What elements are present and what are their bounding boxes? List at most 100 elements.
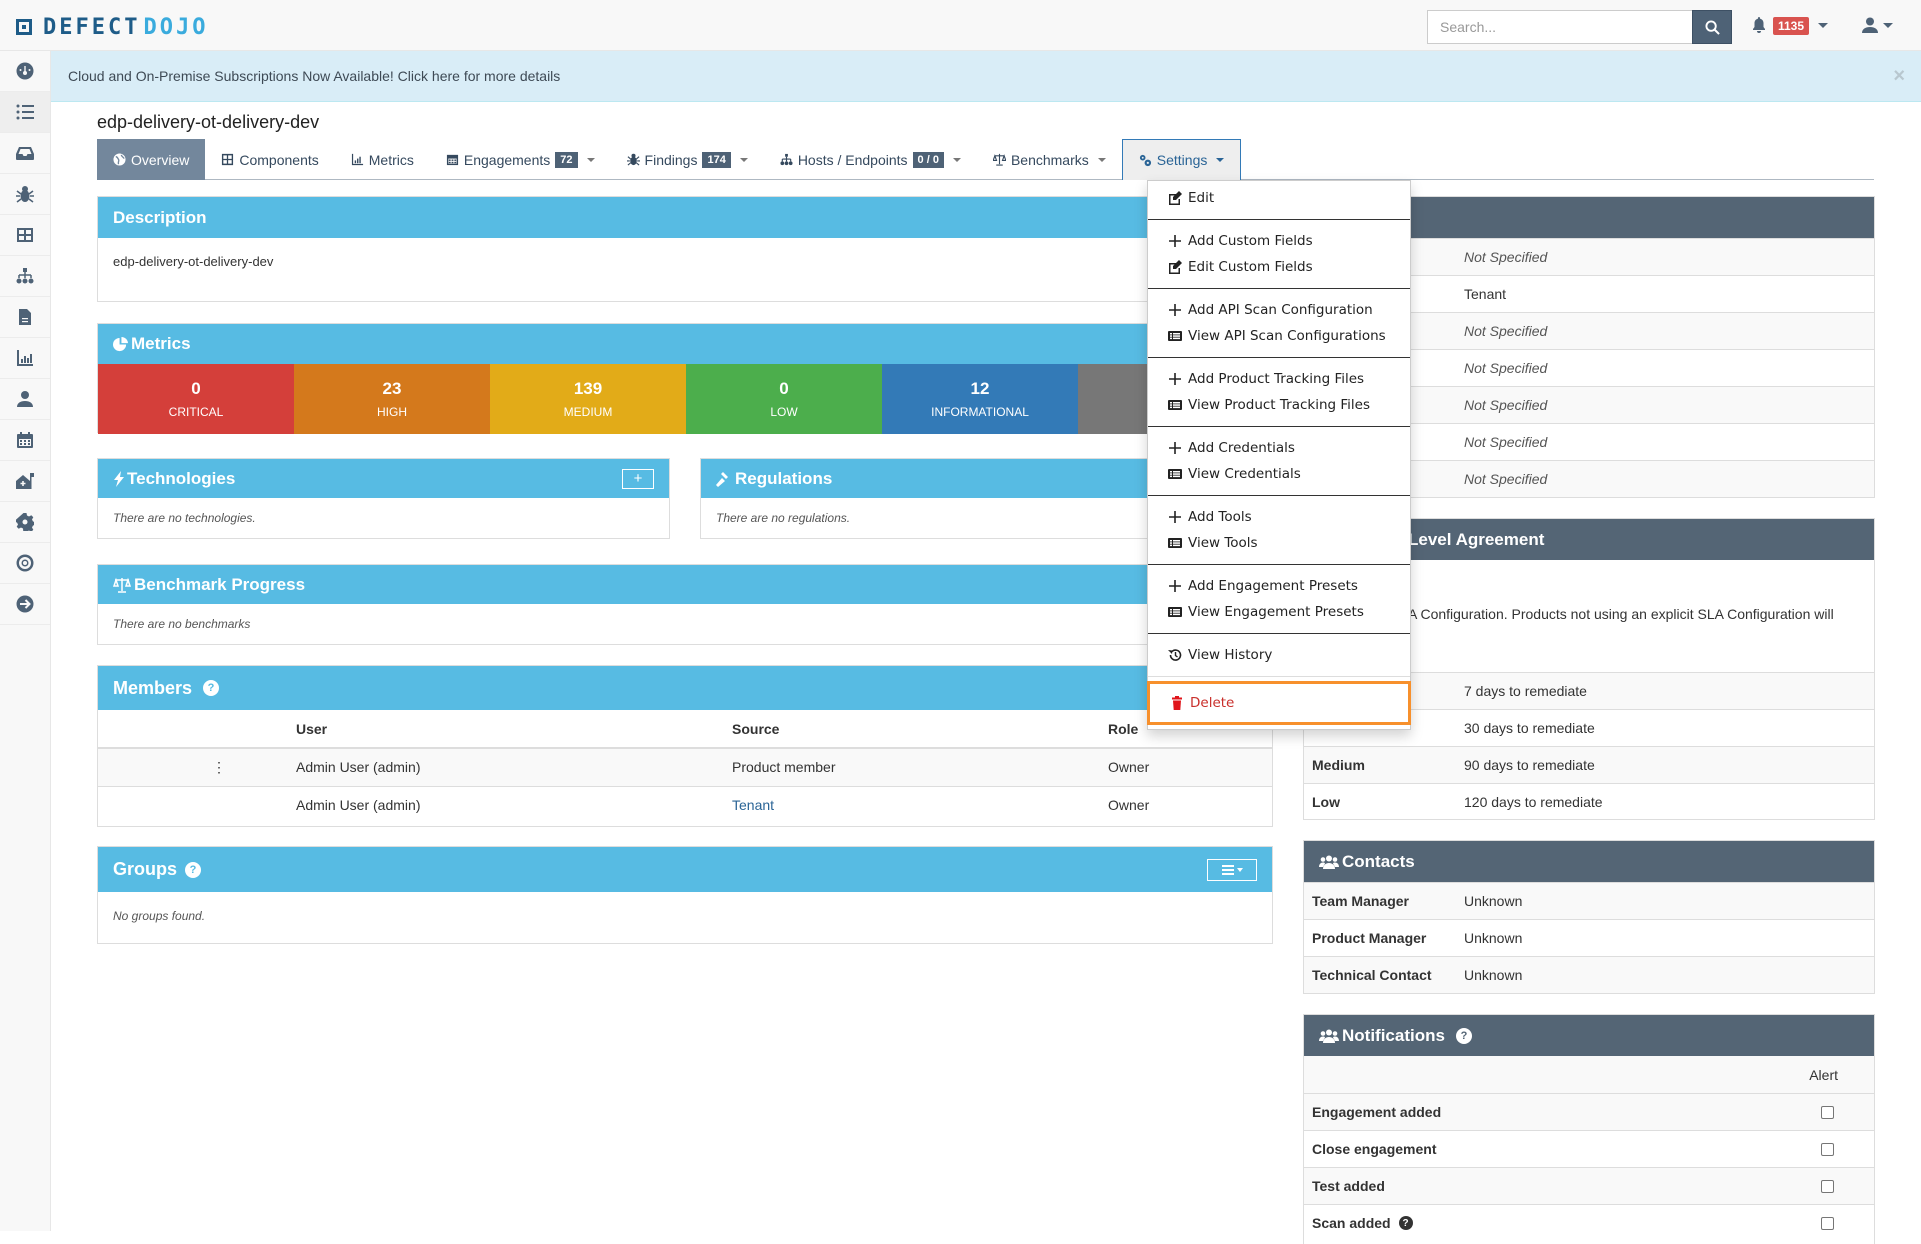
sidebar-item-dashboard[interactable]: [0, 51, 50, 92]
table-icon: [17, 228, 33, 242]
help-icon[interactable]: ?: [185, 861, 202, 878]
subscription-alert[interactable]: Cloud and On-Premise Subscriptions Now A…: [51, 51, 1921, 102]
list-alt-icon: [1168, 538, 1182, 548]
menu-item-add-api-scan-configuration[interactable]: Add API Scan Configuration: [1148, 297, 1410, 323]
severity-metric-medium[interactable]: 139 MEDIUM: [490, 364, 686, 434]
defectdojo-logo[interactable]: DEFECT DOJO: [16, 15, 208, 40]
add-technology-button[interactable]: +: [622, 468, 654, 489]
menu-item-edit-custom-fields[interactable]: Edit Custom Fields: [1148, 254, 1410, 280]
search-button[interactable]: [1692, 10, 1732, 44]
list-alt-icon: [1168, 607, 1182, 617]
tab-components[interactable]: Components: [205, 139, 334, 180]
severity-metric-critical[interactable]: 0 CRITICAL: [98, 364, 294, 434]
balance-scale-icon: [113, 577, 131, 593]
sidebar-item-metrics[interactable]: [0, 338, 50, 379]
menu-divider: [1148, 357, 1410, 358]
severity-metric-informational[interactable]: 12 INFORMATIONAL: [882, 364, 1078, 434]
tab-overview[interactable]: Overview: [97, 139, 206, 180]
search-input[interactable]: [1427, 10, 1732, 44]
menu-item-label: View Product Tracking Files: [1188, 397, 1370, 413]
menu-item-view-api-scan-configurations[interactable]: View API Scan Configurations: [1148, 323, 1410, 349]
tab-engagements[interactable]: Engagements 72: [430, 139, 611, 180]
alert-checkbox[interactable]: [1821, 1216, 1834, 1230]
list-alt-icon: [1168, 469, 1182, 479]
menu-item-edit[interactable]: Edit: [1148, 185, 1410, 211]
menu-item-add-credentials[interactable]: Add Credentials: [1148, 435, 1410, 461]
sidebar-item-endpoints[interactable]: [0, 256, 50, 297]
sidebar-item-configuration[interactable]: [0, 502, 50, 543]
sidebar-item-users[interactable]: [0, 379, 50, 420]
tab-findings[interactable]: Findings 174: [611, 139, 764, 180]
severity-metrics-row: 0 CRITICAL 23 HIGH 139 MEDIUM 0 LOW 12 INFORMATIO…: [98, 364, 1272, 434]
tab-metrics[interactable]: Metrics: [335, 139, 430, 180]
groups-menu-button[interactable]: [1207, 858, 1257, 881]
menu-item-add-custom-fields[interactable]: Add Custom Fields: [1148, 228, 1410, 254]
help-icon[interactable]: ?: [1455, 1027, 1472, 1044]
menu-item-add-tools[interactable]: Add Tools: [1148, 504, 1410, 530]
tab-benchmarks[interactable]: Benchmarks: [977, 139, 1122, 180]
sidebar-item-reports[interactable]: [0, 297, 50, 338]
member-source-link[interactable]: Tenant: [724, 786, 1100, 824]
menu-item-view-engagement-presets[interactable]: View Engagement Presets: [1148, 599, 1410, 625]
severity-metric-high[interactable]: 23 HIGH: [294, 364, 490, 434]
contact-row: Product Manager Unknown: [1304, 919, 1874, 956]
contact-key: Team Manager: [1312, 893, 1409, 909]
sidebar-item-tenants[interactable]: [0, 461, 50, 502]
metric-value: 0: [779, 379, 789, 398]
metrics-panel: Metrics 0 CRITICAL 23 HIGH 139 MEDIUM 0 LOW 12 IN…: [97, 323, 1273, 434]
alert-text[interactable]: Cloud and On-Premise Subscriptions Now A…: [68, 68, 560, 84]
sla-value: 90 days to remediate: [1464, 757, 1595, 773]
sidebar-item-logout[interactable]: [0, 584, 50, 625]
house-flag-icon: [16, 473, 34, 489]
menu-item-view-history[interactable]: View History: [1148, 642, 1410, 668]
menu-item-label: View History: [1188, 647, 1273, 663]
panel-heading: Notifications ?: [1304, 1015, 1874, 1056]
metric-label: CRITICAL: [168, 405, 224, 419]
notifications-caret-icon[interactable]: [1818, 23, 1828, 28]
sidebar-item-calendar[interactable]: [0, 420, 50, 461]
severity-metric-low[interactable]: 0 LOW: [686, 364, 882, 434]
sla-value: 120 days to remediate: [1464, 794, 1603, 810]
alert-checkbox[interactable]: [1821, 1179, 1834, 1193]
sidebar-item-findings[interactable]: [0, 174, 50, 215]
notification-label-text: Engagement added: [1312, 1104, 1442, 1120]
notifications-rows: Engagement added Close engagement Test add…: [1304, 1093, 1874, 1241]
menu-item-add-engagement-presets[interactable]: Add Engagement Presets: [1148, 573, 1410, 599]
sidebar-item-products[interactable]: [0, 92, 50, 133]
alert-close-button[interactable]: ×: [1893, 65, 1905, 88]
alert-checkbox[interactable]: [1821, 1105, 1834, 1119]
description-panel: Description edp-delivery-ot-delivery-dev: [97, 196, 1273, 302]
calendar-icon: [17, 432, 33, 448]
row-actions-menu[interactable]: ⋮: [98, 748, 288, 786]
tab-settings[interactable]: Settings: [1121, 139, 1242, 180]
menu-item-view-product-tracking-files[interactable]: View Product Tracking Files: [1148, 392, 1410, 418]
contact-key: Technical Contact: [1312, 967, 1432, 983]
sidebar-item-components[interactable]: [0, 215, 50, 256]
technologies-panel: Technologies + There are no technologies…: [97, 458, 670, 539]
contacts-panel: Contacts Team Manager Unknown Product Mana…: [1303, 840, 1875, 994]
help-icon[interactable]: ?: [203, 680, 220, 696]
groups-title: Groups: [113, 859, 178, 879]
help-icon[interactable]: ?: [1398, 1216, 1413, 1230]
menu-divider: [1148, 633, 1410, 634]
menu-item-view-tools[interactable]: View Tools: [1148, 530, 1410, 556]
sidebar-item-engagements[interactable]: [0, 133, 50, 174]
bug-icon: [626, 153, 640, 166]
menu-item-view-credentials[interactable]: View Credentials: [1148, 461, 1410, 487]
alert-checkbox[interactable]: [1821, 1142, 1834, 1156]
menu-divider: [1148, 219, 1410, 220]
notification-count-badge[interactable]: 1135: [1773, 17, 1810, 35]
sidebar-item-support[interactable]: [0, 543, 50, 584]
notification-row: Test added: [1304, 1167, 1874, 1204]
engagements-count-badge: 72: [555, 151, 578, 168]
menu-item-add-product-tracking-files[interactable]: Add Product Tracking Files: [1148, 366, 1410, 392]
tab-hosts-endpoints[interactable]: Hosts / Endpoints 0 / 0: [764, 139, 977, 180]
user-menu-caret-icon[interactable]: [1883, 23, 1893, 28]
bell-icon[interactable]: [1752, 17, 1766, 33]
arrow-circle-right-icon: [16, 595, 34, 613]
contact-key: Product Manager: [1312, 930, 1427, 946]
user-icon[interactable]: [1862, 17, 1878, 33]
users-icon: [1319, 855, 1339, 869]
dashboard-icon: [16, 62, 34, 80]
menu-item-delete[interactable]: Delete: [1147, 681, 1411, 725]
